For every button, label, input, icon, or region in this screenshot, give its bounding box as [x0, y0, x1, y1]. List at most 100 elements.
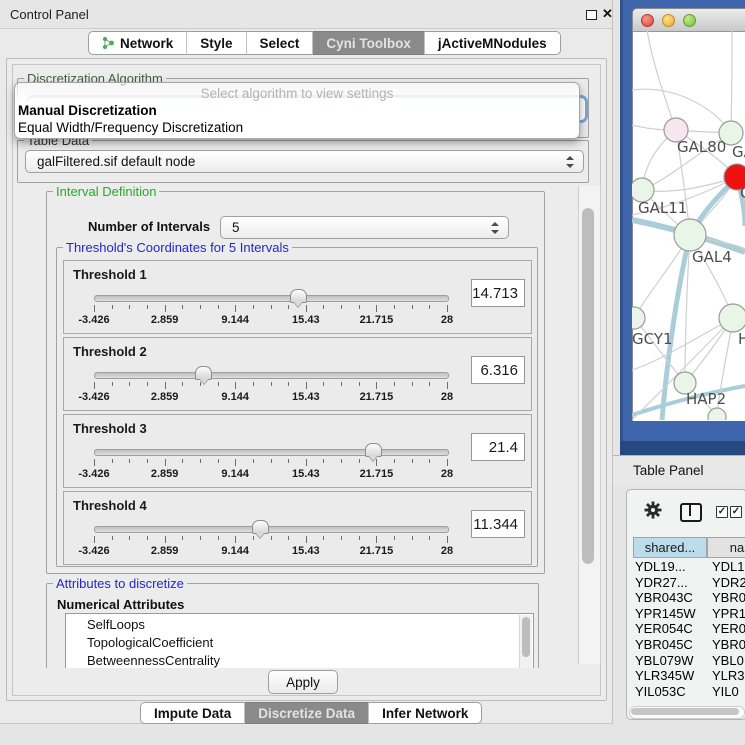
- popup-item-manual-discretization[interactable]: Manual Discretization: [18, 103, 157, 118]
- table-panel-title: Table Panel: [633, 463, 704, 478]
- node-gcy1[interactable]: [632, 307, 645, 329]
- main-scrollbar-thumb[interactable]: [582, 208, 594, 564]
- tick-mark: [147, 536, 148, 540]
- threshold-4-slider-thumb[interactable]: [252, 520, 269, 534]
- threshold-2-slider-track[interactable]: [94, 372, 449, 379]
- threshold-3-slider-track[interactable]: [94, 449, 449, 456]
- node-h[interactable]: [719, 304, 745, 332]
- tab-style[interactable]: Style: [187, 31, 246, 55]
- tick-mark: [200, 459, 201, 463]
- tick-mark: [359, 305, 360, 309]
- attribute-item-selfloops[interactable]: SelfLoops: [66, 616, 533, 634]
- tab-label: Select: [260, 36, 300, 51]
- attribute-item-topologicalcoefficient[interactable]: TopologicalCoefficient: [66, 634, 533, 652]
- tab-discretize-data[interactable]: Discretize Data: [245, 702, 369, 724]
- threshold-2-value-input[interactable]: 6.316: [471, 356, 525, 384]
- network-canvas[interactable]: GAL80GACGAL11GAL4GCY1HHAP2: [632, 30, 745, 420]
- network-window-titlebar[interactable]: [633, 9, 745, 32]
- tab-infer-network[interactable]: Infer Network: [369, 702, 482, 724]
- network-edge[interactable]: [731, 30, 732, 133]
- threshold-4-value-input[interactable]: 11.344: [471, 510, 525, 538]
- tab-network[interactable]: Network: [88, 31, 187, 55]
- screen: Control Panel ✕ Network Style Select Cyni T…: [0, 0, 745, 745]
- horizontal-scrollbar[interactable]: [629, 706, 745, 719]
- cell-shared-name: YBL079W: [635, 653, 694, 668]
- thresholds-group: Threshold's Coordinates for 5 Intervals …: [56, 247, 538, 567]
- table-row[interactable]: YPR145WYPR1: [633, 606, 745, 622]
- network-edge[interactable]: [634, 318, 685, 383]
- table-data-combobox[interactable]: galFiltered.sif default node: [25, 150, 584, 173]
- network-edge[interactable]: [647, 30, 676, 130]
- control-panel-titlebar: Control Panel ✕: [0, 0, 612, 29]
- table-row[interactable]: YBR043CYBR0: [633, 590, 745, 606]
- node-bottom[interactable]: [708, 408, 726, 420]
- minimize-traffic-light[interactable]: [662, 14, 675, 27]
- close-icon[interactable]: ✕: [602, 6, 613, 22]
- tab-label: Style: [200, 36, 232, 51]
- popup-item-equal-width-frequency-discretization[interactable]: Equal Width/Frequency Discretization: [18, 120, 243, 135]
- numerical-attributes-list[interactable]: SelfLoopsTopologicalCoefficientBetweenne…: [65, 613, 534, 668]
- horizontal-scrollbar-thumb[interactable]: [631, 708, 739, 715]
- checkbox-icon[interactable]: ✓: [730, 506, 742, 518]
- attribute-item-betweennesscentrality[interactable]: BetweennessCentrality: [66, 652, 533, 668]
- table-row[interactable]: YIL053CYIL0: [633, 684, 745, 700]
- apply-button[interactable]: Apply: [268, 670, 338, 694]
- gear-icon[interactable]: [644, 501, 662, 519]
- table-row[interactable]: YLR345WYLR3: [633, 668, 745, 684]
- list-scrollbar[interactable]: [519, 615, 532, 668]
- tick-mark: [323, 305, 324, 309]
- table-row[interactable]: YBR045CYBR0: [633, 637, 745, 653]
- tab-select[interactable]: Select: [247, 31, 314, 55]
- tick-mark: [165, 305, 166, 312]
- checkbox-icon[interactable]: ✓: [716, 506, 728, 518]
- tick-label: -3.426: [64, 468, 124, 480]
- tick-label: 9.144: [205, 468, 265, 480]
- float-window-icon[interactable]: [586, 10, 597, 20]
- table-row[interactable]: YDR27...YDR2: [633, 575, 745, 591]
- zoom-traffic-light[interactable]: [683, 14, 696, 27]
- tick-label: 21.715: [346, 545, 406, 557]
- threshold-1-slider-thumb[interactable]: [290, 289, 307, 303]
- thresholds-list: Threshold 1-3.4262.8599.14415.4321.71528…: [63, 260, 532, 568]
- cell-name: YLR3: [712, 668, 745, 683]
- tab-jactivemnodules[interactable]: jActiveMNodules: [425, 31, 561, 55]
- threshold-4-label: Threshold 4: [73, 498, 147, 513]
- node-gal4[interactable]: [674, 219, 706, 251]
- tick-mark: [288, 305, 289, 309]
- cell-name: YPR1: [712, 606, 745, 621]
- list-scrollbar-thumb[interactable]: [522, 617, 530, 657]
- table-row[interactable]: YBL079WYBL0: [633, 653, 745, 669]
- tick-mark: [182, 459, 183, 463]
- tick-label: 28: [417, 545, 477, 557]
- threshold-3-slider-thumb[interactable]: [365, 443, 382, 457]
- tick-mark: [165, 536, 166, 543]
- table-row[interactable]: YER054CYER0: [633, 621, 745, 637]
- tab-label: Infer Network: [382, 706, 468, 721]
- cell-shared-name: YBR045C: [635, 637, 693, 652]
- tick-mark: [306, 536, 307, 543]
- tab-impute-data[interactable]: Impute Data: [140, 702, 245, 724]
- number-of-intervals-combobox[interactable]: 5: [220, 216, 509, 239]
- threshold-1-value-input[interactable]: 14.713: [471, 279, 525, 307]
- column-layout-icon[interactable]: [680, 503, 702, 522]
- tick-mark: [341, 382, 342, 386]
- threshold-1-slider-track[interactable]: [94, 295, 449, 302]
- tab-cyni-toolbox[interactable]: Cyni Toolbox: [313, 31, 425, 55]
- tick-mark: [235, 382, 236, 389]
- table-row[interactable]: YDL19...YDL1: [633, 559, 745, 575]
- tick-mark: [253, 536, 254, 540]
- column-header-shared-[interactable]: shared...: [633, 537, 707, 558]
- threshold-3-value-input[interactable]: 21.4: [471, 433, 525, 461]
- tick-mark: [412, 459, 413, 463]
- threshold-4-slider-track[interactable]: [94, 526, 449, 533]
- tick-mark: [218, 459, 219, 463]
- tick-label: -3.426: [64, 391, 124, 403]
- column-header-na[interactable]: na: [707, 537, 745, 558]
- tick-mark: [94, 382, 95, 389]
- tick-mark: [112, 305, 113, 309]
- close-traffic-light[interactable]: [641, 14, 654, 27]
- tick-mark: [429, 382, 430, 386]
- tick-mark: [447, 382, 448, 389]
- tick-mark: [112, 382, 113, 386]
- threshold-2-slider-thumb[interactable]: [195, 366, 212, 380]
